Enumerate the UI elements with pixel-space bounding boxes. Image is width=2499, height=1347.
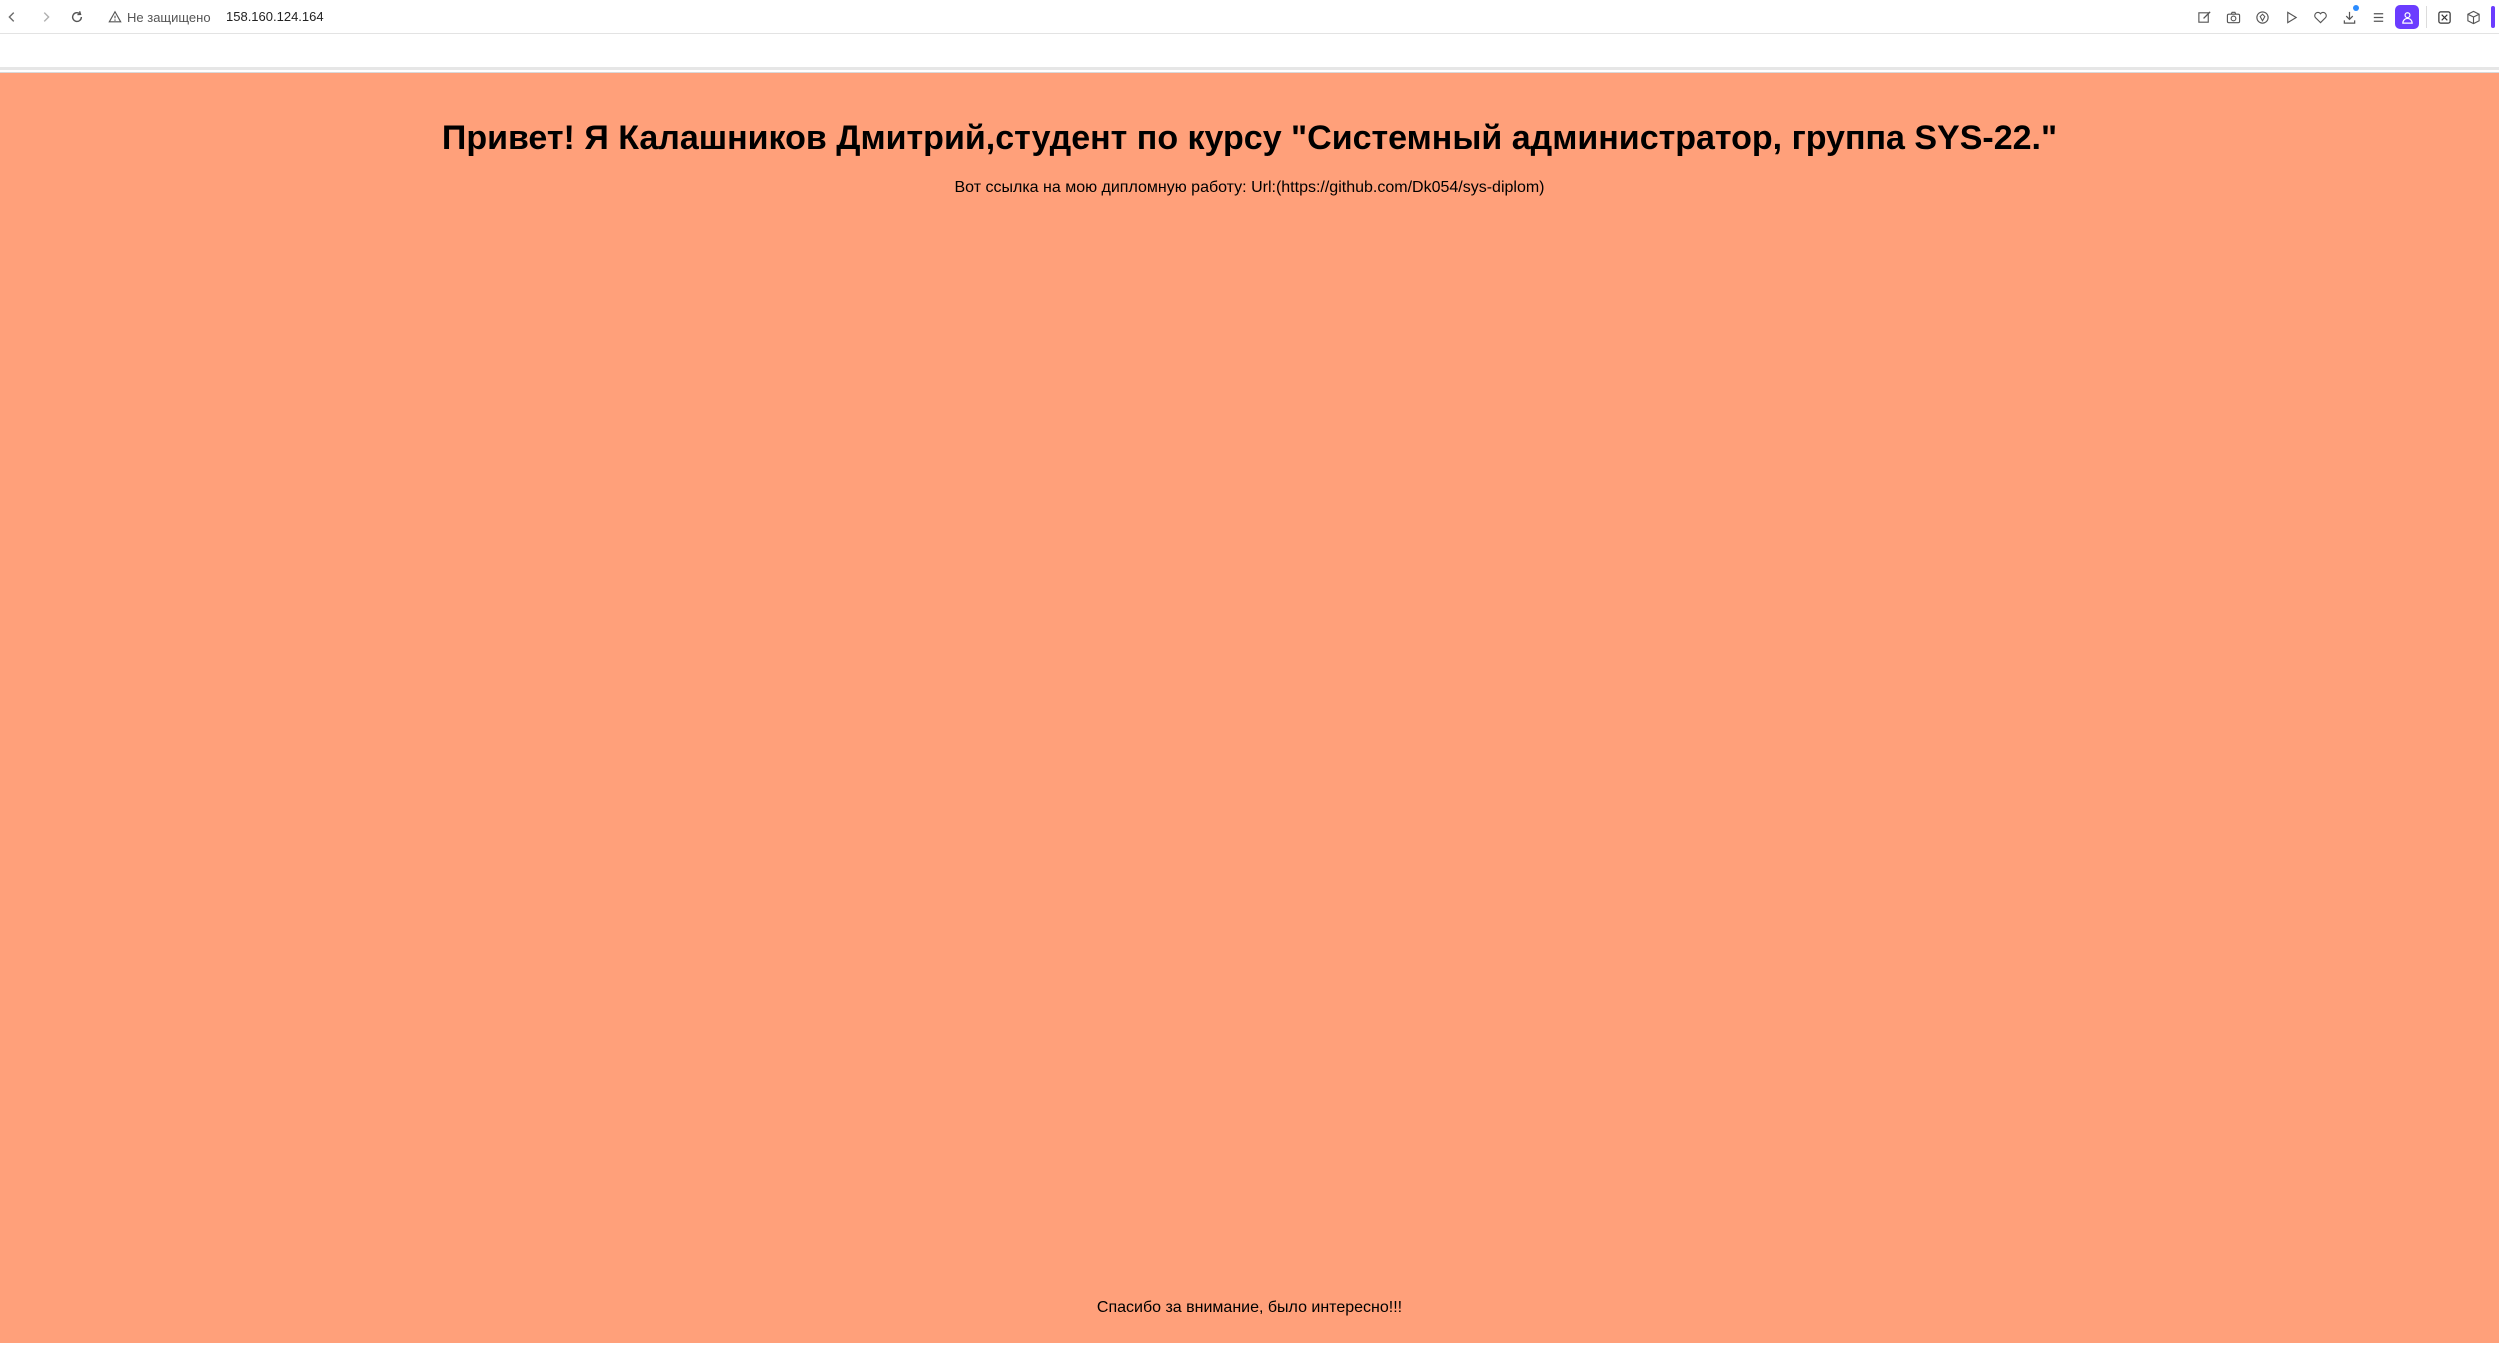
- heart-icon: [2313, 11, 2327, 23]
- player-button[interactable]: [2279, 5, 2303, 29]
- downloads-button[interactable]: [2337, 5, 2361, 29]
- screenshot-button[interactable]: [2221, 5, 2245, 29]
- warning-icon: [108, 10, 122, 23]
- download-indicator-dot: [2353, 5, 2359, 11]
- camera-icon: [2226, 11, 2240, 23]
- cube-icon: [2466, 10, 2480, 24]
- footer-text: Спасибо за внимание, было интересно!!!: [1096, 1299, 1403, 1316]
- reload-icon: [71, 11, 83, 23]
- reload-button[interactable]: [67, 7, 87, 27]
- back-icon: [8, 12, 15, 22]
- edit-button[interactable]: [2192, 5, 2216, 29]
- menu-button[interactable]: [2366, 5, 2390, 29]
- play-icon: [2286, 10, 2297, 24]
- menu-icon: [2373, 12, 2383, 22]
- browser-toolbar: Не защищено 158.160.124.164: [0, 0, 2499, 34]
- security-label: Не защищено: [127, 9, 211, 25]
- apps-button[interactable]: [2461, 5, 2485, 29]
- extensions-button[interactable]: [2432, 5, 2456, 29]
- back-button[interactable]: [2, 7, 22, 27]
- favorites-button[interactable]: [2308, 5, 2332, 29]
- download-icon: [2343, 11, 2355, 24]
- diploma-link-text: Вот ссылка на мою дипломную работу: Url:…: [954, 179, 1545, 196]
- sidebar-accent[interactable]: [2491, 6, 2495, 28]
- bookmarks-bar: [0, 34, 2499, 70]
- forward-icon: [43, 12, 50, 22]
- toolbar-icons: [2187, 5, 2495, 29]
- forward-button[interactable]: [36, 7, 56, 27]
- toolbar-divider: [2426, 6, 2427, 28]
- edit-icon: [2197, 10, 2211, 23]
- page-content: Привет! Я Калашников Дмитрий,студент по …: [0, 72, 2499, 1343]
- address-bar-url[interactable]: 158.160.124.164: [226, 8, 324, 26]
- extensions-icon: [2437, 10, 2451, 24]
- profile-icon: [2401, 11, 2413, 24]
- shield-icon: [2255, 10, 2269, 24]
- security-badge[interactable]: Не защищено: [108, 8, 211, 26]
- profile-button[interactable]: [2395, 5, 2419, 29]
- vpn-button[interactable]: [2250, 5, 2274, 29]
- window-bottom-edge: [0, 1343, 2499, 1347]
- page-title: Привет! Я Калашников Дмитрий,студент по …: [441, 119, 2058, 157]
